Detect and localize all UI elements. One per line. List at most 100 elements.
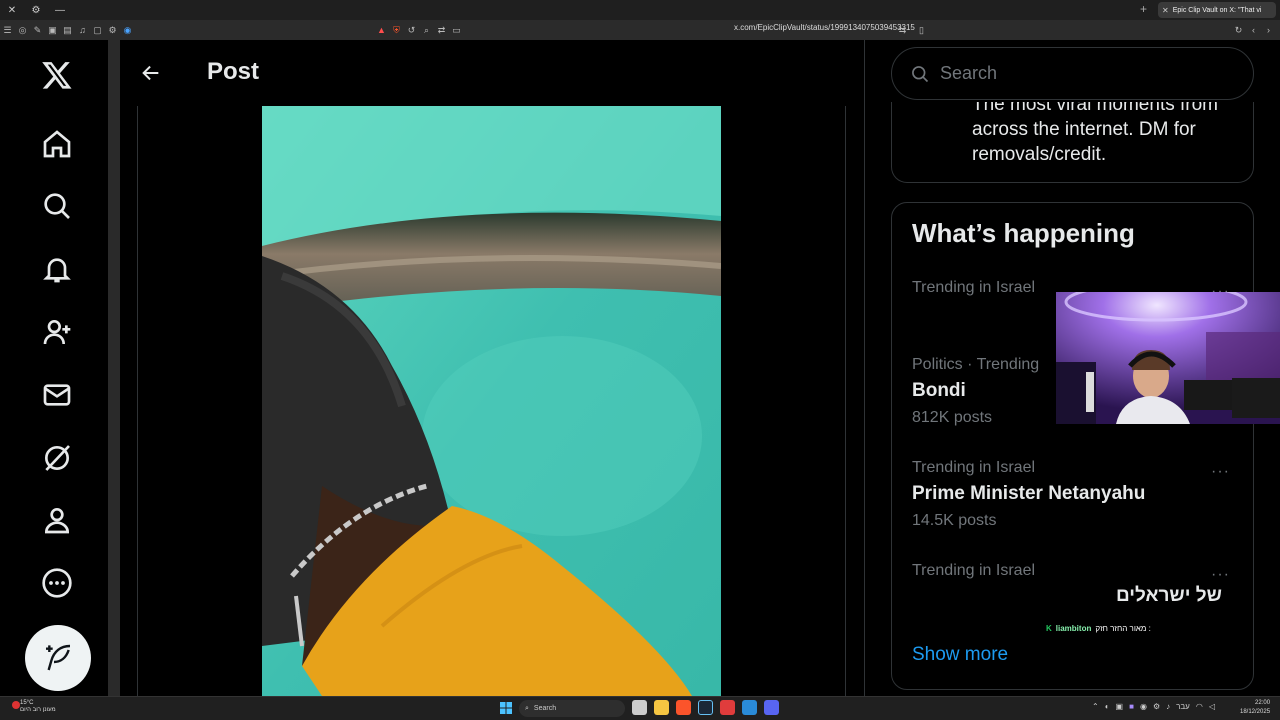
window-close-icon[interactable]: ✕: [0, 5, 24, 16]
trend-more-icon[interactable]: ···: [1211, 463, 1230, 481]
window-minimize-icon[interactable]: —: [48, 5, 72, 16]
os-taskbar: 15°C מעונן רוב היום ⌕ Search ⌃ ◐ ▣ ■ ◉ ⚙…: [0, 696, 1280, 720]
translate-icon[interactable]: ⇄: [434, 20, 449, 40]
history-icon[interactable]: ↺: [404, 20, 419, 40]
explore-icon[interactable]: [38, 187, 76, 225]
notifications-icon[interactable]: [38, 250, 76, 288]
app-icon[interactable]: [720, 700, 735, 715]
taskbar-search-label: Search: [533, 705, 557, 712]
back-icon[interactable]: ‹: [1246, 20, 1261, 40]
vpn-icon[interactable]: ◉: [120, 20, 135, 40]
music-icon[interactable]: ♫: [75, 20, 90, 40]
whats-happening-panel: [891, 202, 1254, 690]
whats-happening-title: What’s happening: [912, 218, 1135, 248]
tray-app-icon[interactable]: ⚙: [1153, 702, 1160, 711]
weather-widget[interactable]: 15°C מעונן רוב היום: [20, 700, 56, 714]
alert-icon[interactable]: ▲: [374, 20, 389, 40]
browser-titlebar: ✕ ⚙ — + ✕ Epic Clip Vault on X: "That vi: [0, 0, 1280, 20]
messages-icon[interactable]: [38, 376, 76, 414]
tab-title: Epic Clip Vault on X: "That vi: [1172, 6, 1262, 14]
windows-start-icon[interactable]: [500, 702, 512, 714]
tray-app-icon[interactable]: ■: [1129, 702, 1134, 711]
cast-icon[interactable]: ▭: [449, 20, 464, 40]
zoom-icon[interactable]: ⌕: [419, 20, 434, 40]
discord-icon[interactable]: [764, 700, 779, 715]
nav-buttons: ↻ ‹ ›: [1231, 20, 1276, 40]
back-arrow-icon[interactable]: [138, 58, 164, 88]
browser-tab-active[interactable]: ✕ Epic Clip Vault on X: "That vi: [1158, 2, 1276, 18]
grok-icon[interactable]: [38, 439, 76, 477]
sidebar-icon[interactable]: ▣: [45, 20, 60, 40]
column-divider: [137, 106, 138, 696]
profile-bio: The most viral moments from across the i…: [972, 94, 1218, 165]
address-bar[interactable]: x.com/EpicClipVault/status/1999134075039…: [734, 23, 915, 32]
menu-icon[interactable]: ☰: [0, 20, 15, 40]
stream-chat-message: K liambiton מאור החזר חזק :: [1046, 624, 1151, 633]
taskbar-search[interactable]: ⌕ Search: [519, 700, 625, 717]
brave-shield-icon[interactable]: ⛨: [389, 20, 404, 40]
column-divider: [845, 106, 846, 696]
file-explorer-icon[interactable]: [654, 700, 669, 715]
language-indicator[interactable]: עבר: [1176, 702, 1190, 711]
search-placeholder: Search: [940, 63, 998, 83]
nav-scroll-strip: [108, 40, 120, 696]
chat-text: מאור החזר חזק :: [1095, 624, 1151, 633]
feather-icon: [46, 644, 71, 671]
shield-icon[interactable]: ◎: [15, 20, 30, 40]
taskbar-apps: [632, 700, 779, 715]
trend-name[interactable]: Prime Minister Netanyahu: [912, 483, 1145, 505]
browser-toolbar: ☰ ◎ ✎ ▣ ▤ ♫ ▢ ⚙ ◉ ▲ ⛨ ↺ ⌕ ⇄ ▭ x.com/Epic…: [0, 20, 1280, 40]
tools-icon[interactable]: ✎: [30, 20, 45, 40]
webcam-image: [1056, 292, 1280, 424]
tray-app-icon[interactable]: ◉: [1140, 702, 1147, 711]
window-settings-icon[interactable]: ⚙: [24, 5, 48, 16]
show-more-link[interactable]: Show more: [912, 644, 1008, 666]
clock-date: 18/12/2025: [1240, 709, 1271, 715]
reload-icon[interactable]: ↻: [1231, 20, 1246, 40]
trend-meta: Trending in Israel: [912, 459, 1036, 476]
webcam-overlay: [1056, 292, 1280, 424]
bookmark-icon[interactable]: ▯: [914, 20, 929, 40]
tray-app-icon[interactable]: ♪: [1166, 702, 1170, 711]
home-icon[interactable]: [38, 125, 76, 163]
app-icon[interactable]: [742, 700, 757, 715]
search-input[interactable]: Search: [891, 47, 1254, 100]
trend-count: 812K posts: [912, 409, 993, 426]
share-icon[interactable]: ⇆: [895, 20, 910, 40]
weather-alert-icon: [12, 701, 20, 709]
more-icon[interactable]: [38, 564, 76, 602]
wifi-icon[interactable]: ◠: [1196, 702, 1203, 711]
trend-more-icon[interactable]: ···: [1211, 566, 1230, 584]
panel-icon[interactable]: ▤: [60, 20, 75, 40]
follow-icon[interactable]: [38, 313, 76, 351]
trend-name[interactable]: של ישראלים: [1116, 585, 1222, 607]
left-navigation: [0, 40, 115, 696]
new-tab-icon[interactable]: +: [1140, 2, 1147, 16]
taskbar-search-icon: ⌕: [525, 704, 529, 712]
extension-icon[interactable]: ⚙: [105, 20, 120, 40]
taskbar-clock[interactable]: 22:00 18/12/2025: [1240, 699, 1270, 717]
x-logo-icon[interactable]: [38, 56, 76, 94]
trend-count: 14.5K posts: [912, 512, 997, 529]
trend-name[interactable]: Bondi: [912, 380, 966, 402]
trend-meta: Politics · Trending: [912, 356, 1040, 373]
profile-icon[interactable]: [38, 501, 76, 539]
tray-app-icon[interactable]: ▣: [1116, 702, 1124, 711]
compose-post-button[interactable]: [25, 625, 91, 691]
tab-close-icon[interactable]: ✕: [1162, 6, 1169, 15]
video-frame: [262, 106, 721, 696]
post-video[interactable]: [262, 106, 721, 696]
brave-icon[interactable]: [676, 700, 691, 715]
chat-badge: K: [1046, 624, 1052, 633]
tray-app-icon[interactable]: ◐: [1105, 702, 1110, 711]
url-left-icons: ▲ ⛨ ↺ ⌕ ⇄ ▭: [374, 20, 464, 40]
trend-meta: Trending in Israel: [912, 279, 1036, 296]
forward-icon[interactable]: ›: [1261, 20, 1276, 40]
weather-temp: 15°C: [20, 700, 34, 706]
search-icon: [912, 65, 929, 82]
volume-icon[interactable]: ◁: [1209, 702, 1215, 711]
screenshot-icon[interactable]: ▢: [90, 20, 105, 40]
tray-chevron-icon[interactable]: ⌃: [1092, 702, 1099, 711]
taskview-icon[interactable]: [632, 700, 647, 715]
steam-icon[interactable]: [698, 700, 713, 715]
